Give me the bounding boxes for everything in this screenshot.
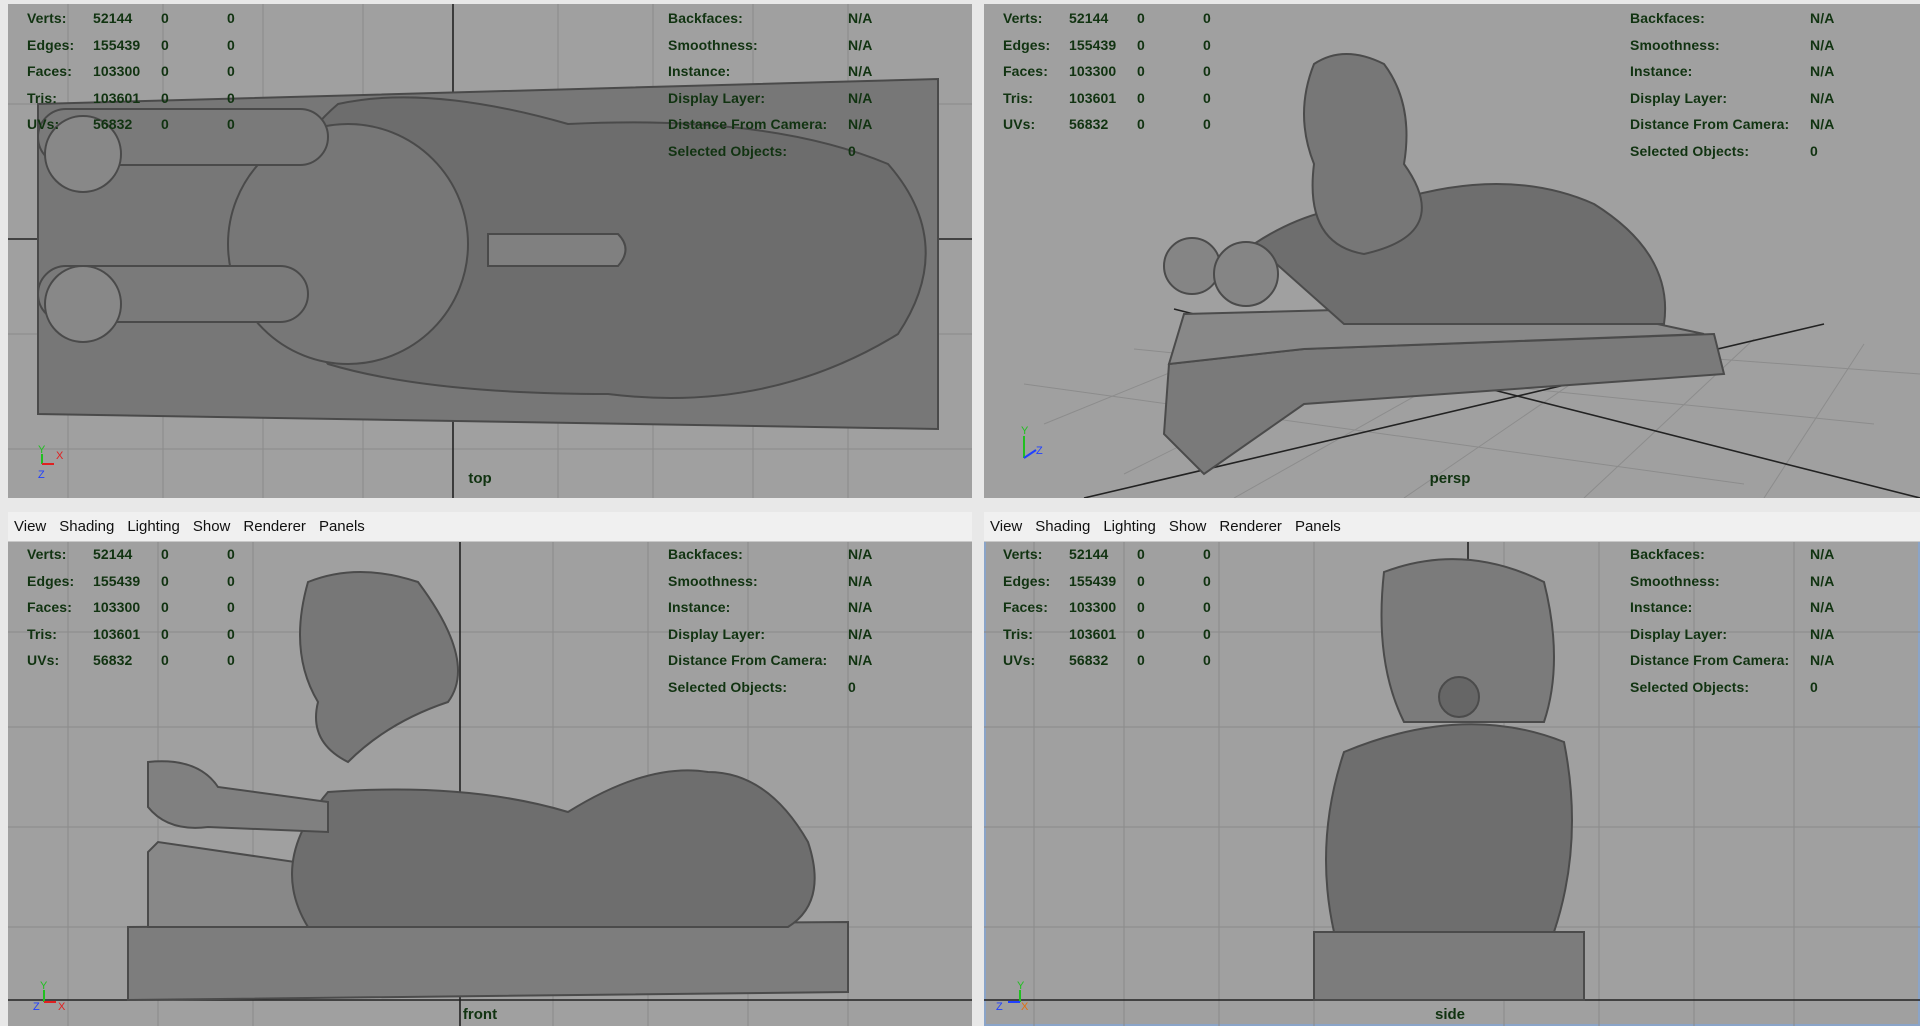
- menu-panels[interactable]: Panels: [1295, 518, 1341, 535]
- menu-view[interactable]: View: [990, 518, 1022, 535]
- svg-text:X: X: [1021, 1001, 1029, 1013]
- hud-poly-count: Verts: 52144 0 0 Edges: 155439 0 0 Faces: 10330…: [27, 546, 235, 668]
- svg-text:Y: Y: [1021, 425, 1029, 437]
- viewport-canvas[interactable]: Verts: 52144 0 0 Edges: 155439 0 0 Faces: 10330…: [8, 4, 972, 498]
- menu-show[interactable]: Show: [1169, 518, 1207, 535]
- menu-lighting[interactable]: Lighting: [1103, 518, 1156, 535]
- camera-label: side: [1434, 1006, 1466, 1023]
- hud-poly-count: Verts: 52144 0 0 Edges: 155439 0 0 Faces: 10330…: [1003, 546, 1211, 668]
- menu-lighting[interactable]: Lighting: [127, 518, 180, 535]
- panel-menubar: View Shading Lighting Show Renderer Pane…: [8, 512, 972, 542]
- camera-label: front: [462, 1006, 498, 1023]
- svg-text:Y: Y: [1017, 980, 1025, 992]
- viewport-canvas[interactable]: Verts: 52144 0 0 Edges: 155439 0 0 Faces: 10330…: [8, 542, 972, 1026]
- menu-show[interactable]: Show: [193, 518, 231, 535]
- axis-gizmo-icon: Y Z X: [996, 980, 1029, 1013]
- hud-poly-count: Verts: 52144 0 0 Edges: 155439 0 0 Faces: 10330…: [1003, 10, 1211, 132]
- axis-gizmo-icon: Y Z X: [33, 980, 66, 1013]
- viewport-side[interactable]: View Shading Lighting Show Renderer Pane…: [984, 512, 1920, 1026]
- axis-gizmo-icon: Y Z: [1021, 425, 1043, 459]
- hud-object-details: Backfaces: N/A Smoothness: N/A Instance: N/…: [1630, 10, 1835, 159]
- svg-text:Z: Z: [1036, 445, 1043, 457]
- hud-object-details: Backfaces: N/A Smoothness: N/A Instance: N/…: [1630, 546, 1835, 695]
- camera-label: persp: [1429, 470, 1471, 487]
- viewport-front[interactable]: View Shading Lighting Show Renderer Pane…: [8, 512, 972, 1026]
- sphinx-model-side: [1313, 558, 1585, 1001]
- axis-gizmo-icon: Y X Z: [38, 444, 64, 481]
- svg-text:Z: Z: [33, 1001, 40, 1013]
- menu-shading[interactable]: Shading: [59, 518, 114, 535]
- hud-poly-count: Verts: 52144 0 0 Edges: 155439 0 0 Faces: 10330…: [27, 10, 235, 132]
- svg-text:X: X: [58, 1001, 66, 1013]
- viewport-persp[interactable]: Verts: 52144 0 0 Edges: 155439 0 0 Faces: 10330…: [984, 4, 1920, 498]
- svg-text:Y: Y: [40, 980, 48, 992]
- viewport-top[interactable]: Verts: 52144 0 0 Edges: 155439 0 0 Faces: 10330…: [8, 4, 972, 498]
- svg-text:Y: Y: [38, 444, 46, 456]
- menu-renderer[interactable]: Renderer: [243, 518, 306, 535]
- hud-object-details: Backfaces: N/A Smoothness: N/A Instance: N/…: [668, 10, 873, 159]
- menu-renderer[interactable]: Renderer: [1219, 518, 1282, 535]
- menu-panels[interactable]: Panels: [319, 518, 365, 535]
- menu-view[interactable]: View: [14, 518, 46, 535]
- svg-text:Z: Z: [996, 1001, 1003, 1013]
- svg-text:X: X: [56, 450, 64, 462]
- menu-shading[interactable]: Shading: [1035, 518, 1090, 535]
- viewport-canvas[interactable]: Verts: 52144 0 0 Edges: 155439 0 0 Faces: 10330…: [984, 4, 1920, 498]
- camera-label: top: [468, 470, 492, 487]
- panel-menubar: View Shading Lighting Show Renderer Pane…: [984, 512, 1920, 542]
- hud-object-details: Backfaces: N/A Smoothness: N/A Instance: N/…: [668, 546, 873, 695]
- svg-text:Z: Z: [38, 469, 45, 481]
- viewport-canvas[interactable]: Verts: 52144 0 0 Edges: 155439 0 0 Faces: 10330…: [984, 542, 1920, 1026]
